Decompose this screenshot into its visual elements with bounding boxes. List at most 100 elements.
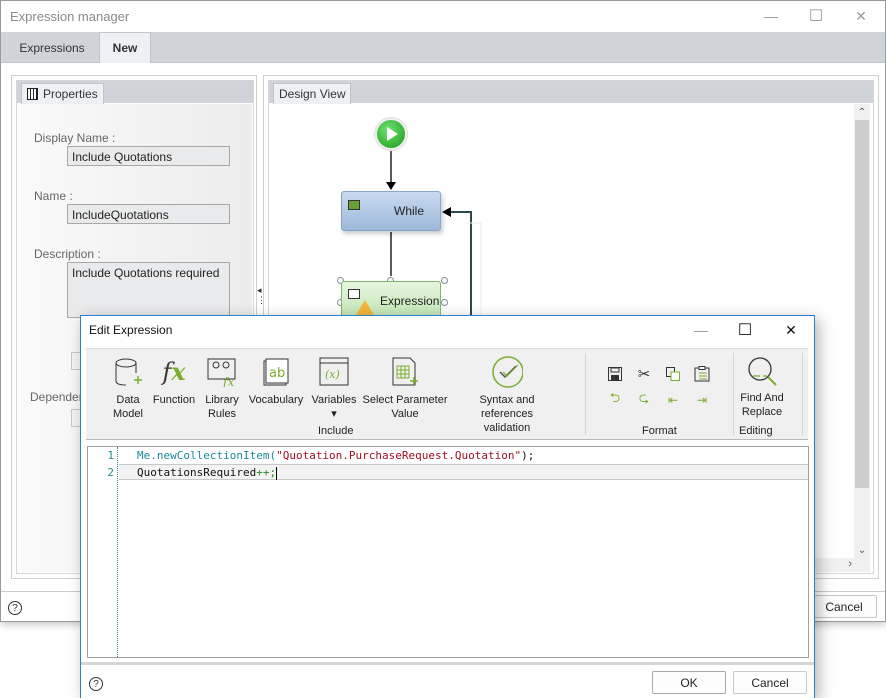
select-parameter-label: Select Parameter Value bbox=[362, 394, 448, 420]
vocabulary-label: Vocabulary bbox=[248, 394, 304, 406]
library-rules-label: Library Rules bbox=[205, 394, 239, 420]
code-token: ++; bbox=[256, 466, 277, 479]
cut-icon: ✂ bbox=[637, 366, 651, 383]
svg-text:ab: ab bbox=[269, 366, 285, 381]
help-icon[interactable]: ? bbox=[8, 601, 22, 615]
find-replace-label: Find And Replace bbox=[740, 392, 784, 418]
description-field[interactable]: Include Quotations required bbox=[67, 262, 230, 318]
format-group-label: Format bbox=[642, 425, 677, 437]
dialog-help-icon[interactable]: ? bbox=[89, 677, 103, 691]
select-parameter-button[interactable]: Select Parameter Value bbox=[362, 355, 448, 421]
outdent-icon: ⇤ bbox=[667, 393, 679, 407]
name-field[interactable]: IncludeQuotations bbox=[67, 204, 230, 224]
syntax-validation-button[interactable]: Syntax and references validation bbox=[452, 355, 562, 435]
code-editor[interactable]: 1 2 Me.newCollectionItem("Quotation.Purc… bbox=[87, 446, 809, 658]
splitter-handle[interactable]: ◂ ⋮ bbox=[257, 285, 266, 315]
ok-button[interactable]: OK bbox=[652, 671, 726, 694]
indent-icon: ⇥ bbox=[696, 393, 708, 407]
properties-icon bbox=[27, 88, 38, 100]
library-rules-button[interactable]: fx Library Rules bbox=[202, 355, 242, 421]
outdent-button[interactable]: ⇤ bbox=[664, 391, 682, 409]
dialog-minimize-button[interactable]: — bbox=[681, 319, 721, 341]
vocabulary-button[interactable]: ab Vocabulary bbox=[248, 355, 304, 407]
svg-text:(x): (x) bbox=[325, 368, 340, 381]
paste-icon bbox=[694, 366, 710, 382]
maximize-button[interactable]: ☐ bbox=[796, 5, 836, 27]
select-parameter-icon bbox=[392, 357, 418, 386]
data-model-button[interactable]: Data Model bbox=[110, 355, 146, 421]
dialog-maximize-button[interactable]: ☐ bbox=[725, 319, 765, 341]
while-node[interactable]: While bbox=[341, 191, 441, 231]
close-button[interactable]: ✕ bbox=[841, 5, 881, 27]
save-button[interactable] bbox=[606, 365, 624, 383]
editing-group-label: Editing bbox=[739, 425, 773, 437]
dialog-footer: ? OK Cancel bbox=[81, 662, 814, 698]
redo-button[interactable]: ⮎ bbox=[635, 390, 653, 409]
tab-new[interactable]: New bbox=[99, 32, 151, 63]
ribbon-separator bbox=[585, 353, 586, 435]
code-token: QuotationsRequired bbox=[137, 466, 257, 479]
scroll-down-icon[interactable]: ⌄ bbox=[854, 542, 870, 558]
main-cancel-button[interactable]: Cancel bbox=[811, 595, 877, 618]
start-node[interactable] bbox=[375, 118, 407, 150]
paste-button[interactable] bbox=[693, 365, 711, 383]
find-replace-icon bbox=[748, 357, 777, 386]
validation-icon bbox=[492, 356, 523, 388]
tab-expressions[interactable]: Expressions bbox=[9, 32, 95, 63]
description-label: Description : bbox=[34, 247, 101, 261]
loop-arrow-head-icon bbox=[442, 207, 451, 217]
minimize-button[interactable]: — bbox=[751, 5, 791, 27]
loop-icon bbox=[348, 200, 360, 210]
save-icon bbox=[608, 367, 622, 381]
data-model-label: Data Model bbox=[113, 394, 143, 420]
scroll-up-icon[interactable]: ⌃ bbox=[854, 104, 870, 120]
design-tabstrip: Design View bbox=[269, 81, 873, 104]
code-token: ); bbox=[521, 449, 535, 462]
undo-icon: ⮌ bbox=[609, 390, 621, 405]
variables-label: Variables ▾ bbox=[311, 394, 357, 420]
vertical-scrollbar[interactable]: ⌃ ⌄ bbox=[854, 104, 870, 558]
variables-icon: (x) bbox=[319, 357, 349, 386]
code-line: Me.newCollectionItem("Quotation.Purchase… bbox=[137, 449, 534, 462]
function-label: Function bbox=[152, 394, 196, 406]
cut-button[interactable]: ✂ bbox=[635, 365, 653, 383]
display-name-label: Display Name : bbox=[34, 131, 116, 145]
play-icon bbox=[387, 127, 398, 141]
redo-icon: ⮎ bbox=[638, 390, 650, 405]
line-number: 1 bbox=[107, 449, 114, 462]
display-name-field[interactable]: Include Quotations bbox=[67, 146, 230, 166]
copy-icon bbox=[666, 367, 680, 381]
resize-handle[interactable] bbox=[441, 299, 448, 306]
code-token: Me.newCollectionItem( bbox=[137, 449, 277, 462]
indent-button[interactable]: ⇥ bbox=[693, 391, 711, 409]
while-node-label: While bbox=[394, 204, 425, 218]
function-icon: fx bbox=[162, 357, 186, 386]
resize-handle[interactable] bbox=[441, 277, 448, 284]
ribbon-separator bbox=[802, 353, 803, 435]
properties-tab-label: Properties bbox=[43, 87, 98, 101]
line-number: 2 bbox=[107, 466, 114, 479]
find-replace-button[interactable]: Find And Replace bbox=[738, 355, 786, 419]
scroll-right-icon[interactable]: › bbox=[848, 558, 852, 570]
function-button[interactable]: fx Function bbox=[152, 355, 196, 407]
tab-design-view[interactable]: Design View bbox=[273, 83, 352, 104]
properties-tabstrip: Properties bbox=[17, 81, 253, 104]
window-title: Expression manager bbox=[10, 9, 130, 24]
svg-text:fx: fx bbox=[222, 375, 234, 387]
undo-button[interactable]: ⮌ bbox=[606, 390, 624, 409]
copy-button[interactable] bbox=[664, 365, 682, 383]
variables-button[interactable]: (x) Variables ▾ bbox=[311, 355, 357, 421]
arrow-head-icon bbox=[386, 182, 396, 190]
line-gutter: 1 2 bbox=[88, 447, 118, 657]
include-group-label: Include bbox=[318, 425, 354, 437]
dialog-cancel-button[interactable]: Cancel bbox=[733, 671, 807, 694]
tab-bar: Expressions New bbox=[1, 32, 885, 63]
dialog-close-button[interactable]: ✕ bbox=[771, 319, 811, 341]
dialog-title: Edit Expression bbox=[89, 323, 173, 337]
expression-icon bbox=[348, 289, 360, 299]
tab-properties[interactable]: Properties bbox=[21, 83, 104, 104]
library-rules-icon: fx bbox=[207, 358, 236, 387]
edit-expression-dialog: Edit Expression — ☐ ✕ Data Model fx Func… bbox=[80, 315, 815, 698]
scroll-thumb[interactable] bbox=[855, 120, 869, 488]
expression-node-label: Expression bbox=[380, 294, 440, 308]
